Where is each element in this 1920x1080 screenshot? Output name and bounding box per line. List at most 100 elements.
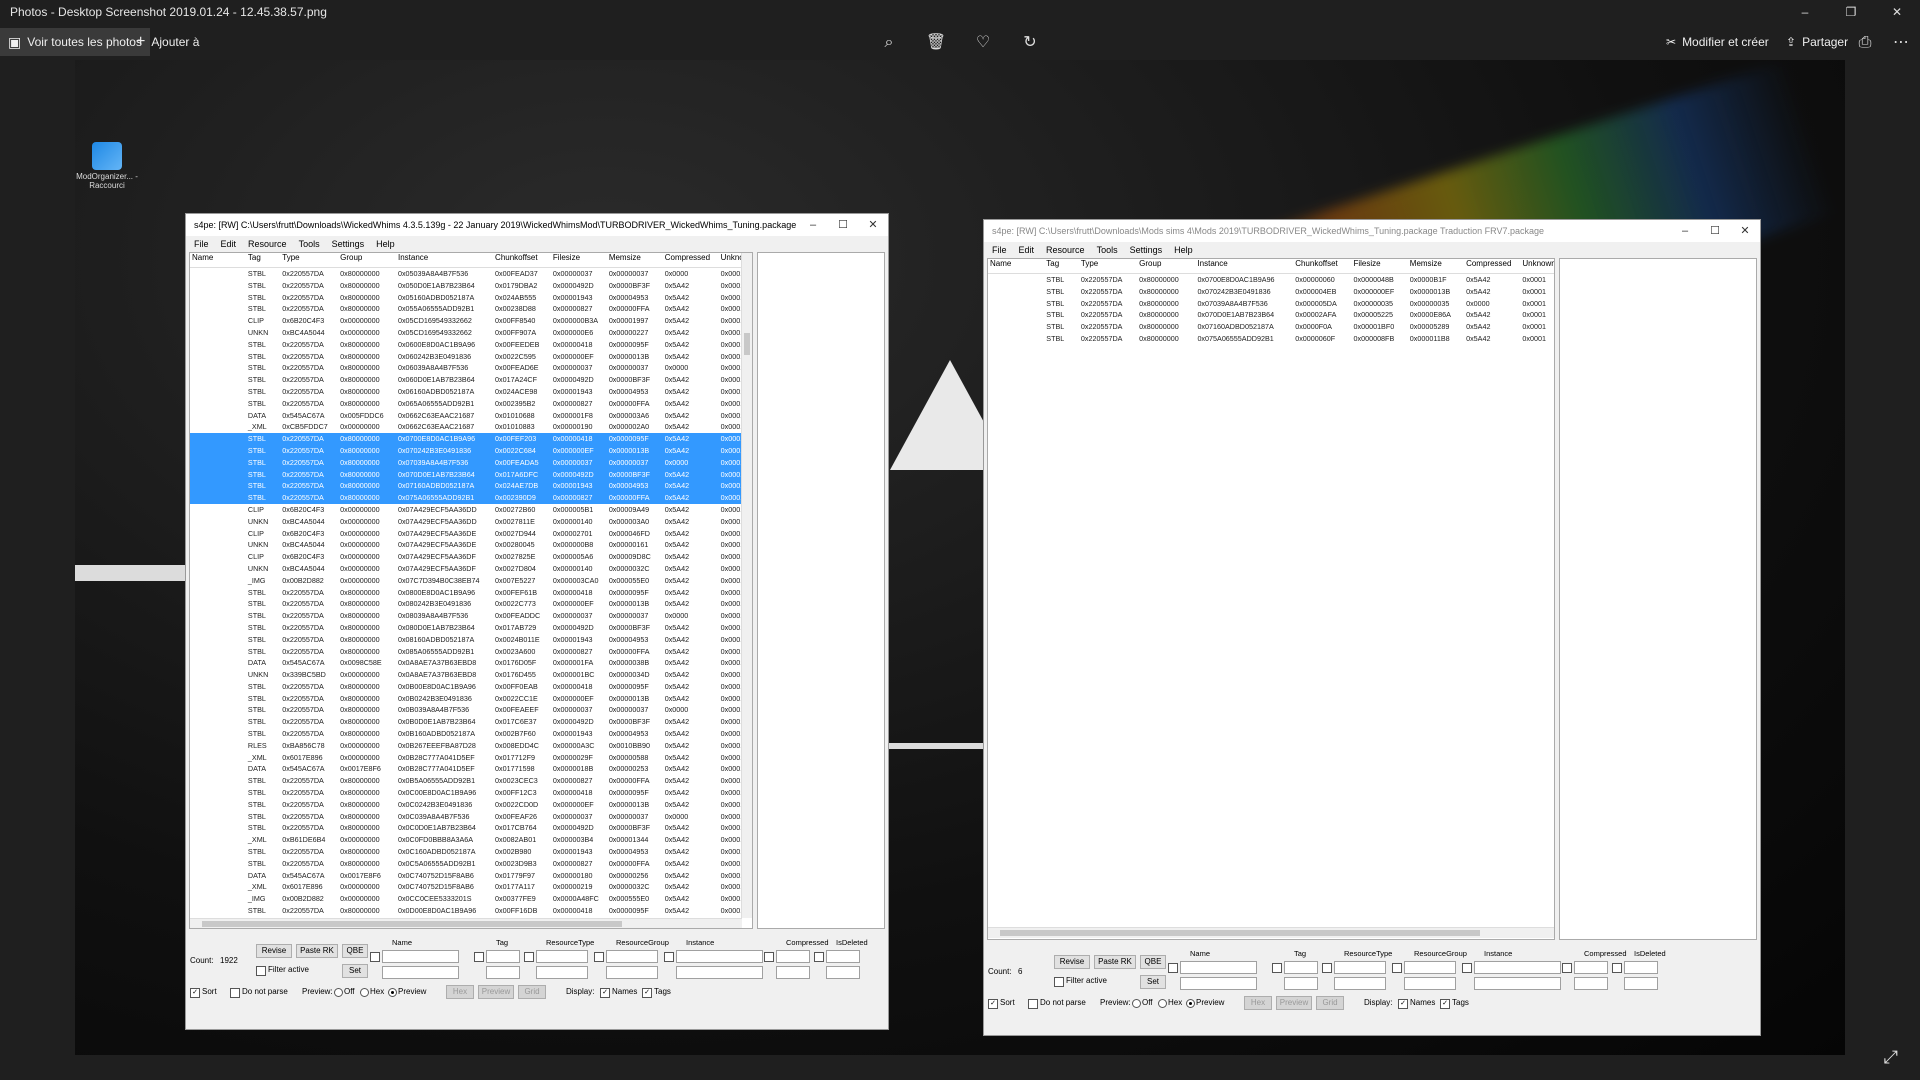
- close-button[interactable]: ✕: [1874, 0, 1920, 24]
- column-header[interactable]: Chunkoffset: [1293, 259, 1351, 273]
- table-row[interactable]: STBL 0x220557DA 0x80000000 0x07039A8A4B7F53…: [988, 298, 1554, 310]
- table-row[interactable]: STBL 0x220557DA 0x80000000 0x0B00E8D0AC1B9A…: [190, 681, 752, 693]
- do-not-parse-checkbox[interactable]: [1028, 999, 1038, 1009]
- share-button[interactable]: ⇪ Partager: [1778, 28, 1856, 56]
- table-row[interactable]: STBL 0x220557DA 0x80000000 0x0B039A8A4B7F53…: [190, 704, 752, 716]
- filter-mask-field[interactable]: [382, 966, 459, 979]
- filter-checkbox[interactable]: [664, 952, 674, 962]
- filter-checkbox[interactable]: [1272, 963, 1282, 973]
- filter-checkbox[interactable]: [1562, 963, 1572, 973]
- preview-radio[interactable]: [1186, 999, 1195, 1008]
- heart-icon[interactable]: ♡: [972, 32, 994, 54]
- s4pe-left-close[interactable]: ✕: [858, 214, 888, 236]
- sort-checkbox[interactable]: ✓: [988, 999, 998, 1009]
- table-row[interactable]: STBL 0x220557DA 0x80000000 0x070D0E1AB7B23B…: [190, 468, 752, 481]
- table-row[interactable]: STBL 0x220557DA 0x80000000 0x08160ADBD05218…: [190, 634, 752, 646]
- menu-tools[interactable]: Tools: [299, 239, 320, 249]
- filter-value-field[interactable]: [826, 950, 860, 963]
- table-row[interactable]: STBL 0x220557DA 0x80000000 0x0B0D0E1AB7B23B…: [190, 716, 752, 728]
- table-row[interactable]: UNKN 0xBC4A5044 0x00000000 0x07A429ECF5AA36…: [190, 516, 752, 528]
- table-row[interactable]: _XML 0xCB5FDDC7 0x00000000 0x0662C63EAAC216…: [190, 421, 752, 433]
- revise-button[interactable]: Revise: [256, 944, 292, 958]
- table-row[interactable]: UNKN 0xBC4A5044 0x00000000 0x05CD1695493326…: [190, 327, 752, 339]
- table-row[interactable]: STBL 0x220557DA 0x80000000 0x0600E8D0AC1B9A…: [190, 339, 752, 351]
- table-row[interactable]: CLIP 0x6B20C4F3 0x00000000 0x07A429ECF5AA36…: [190, 504, 752, 516]
- filter-value-field[interactable]: [1180, 961, 1257, 974]
- table-row[interactable]: _IMG 0x00B2D882 0x00000000 0x0CC0CEE5333201…: [190, 893, 752, 905]
- vertical-scrollbar[interactable]: [741, 253, 752, 918]
- filter-mask-field[interactable]: [1574, 977, 1608, 990]
- filter-checkbox[interactable]: [1322, 963, 1332, 973]
- filter-mask-field[interactable]: [1284, 977, 1318, 990]
- table-row[interactable]: STBL 0x220557DA 0x80000000 0x070242B3E04918…: [190, 444, 752, 457]
- filter-value-field[interactable]: [776, 950, 810, 963]
- filter-checkbox[interactable]: [370, 952, 380, 962]
- menu-file[interactable]: File: [992, 245, 1007, 255]
- table-row[interactable]: CLIP 0x6B20C4F3 0x00000000 0x07A429ECF5AA36…: [190, 551, 752, 563]
- table-row[interactable]: STBL 0x220557DA 0x80000000 0x075A06555ADD92…: [988, 333, 1554, 345]
- column-header[interactable]: Tag: [246, 253, 280, 267]
- filter-value-field[interactable]: [1404, 961, 1456, 974]
- column-header[interactable]: Memsize: [607, 253, 663, 267]
- minimize-button[interactable]: –: [1782, 0, 1828, 24]
- table-row[interactable]: UNKN 0xBC4A5044 0x00000000 0x07A429ECF5AA36…: [190, 563, 752, 575]
- table-row[interactable]: STBL 0x220557DA 0x80000000 0x065A06555ADD92…: [190, 398, 752, 410]
- filter-mask-field[interactable]: [1474, 977, 1561, 990]
- filter-checkbox[interactable]: [1462, 963, 1472, 973]
- names-checkbox[interactable]: ✓: [600, 988, 610, 998]
- table-row[interactable]: STBL 0x220557DA 0x80000000 0x080242B3E04918…: [190, 598, 752, 610]
- s4pe-left-minimize[interactable]: –: [798, 214, 828, 236]
- hex-button[interactable]: Hex: [446, 985, 474, 999]
- table-row[interactable]: DATA 0x545AC67A 0x0098C58E 0x0A8AE7A37B63EB…: [190, 657, 752, 669]
- table-row[interactable]: STBL 0x220557DA 0x80000000 0x06039A8A4B7F53…: [190, 362, 752, 374]
- table-row[interactable]: DATA 0x545AC67A 0x005FDDC6 0x0662C63EAAC216…: [190, 410, 752, 422]
- filter-mask-field[interactable]: [676, 966, 763, 979]
- print-icon[interactable]: ⎙: [1854, 32, 1876, 54]
- table-row[interactable]: STBL 0x220557DA 0x80000000 0x060242B3E04918…: [190, 351, 752, 363]
- filter-active-checkbox[interactable]: [1054, 977, 1064, 987]
- qbe-button[interactable]: QBE: [1140, 955, 1166, 969]
- menu-edit[interactable]: Edit: [221, 239, 237, 249]
- table-row[interactable]: RLES 0xBA856C78 0x00000000 0x0B267EEEFBA87D…: [190, 740, 752, 752]
- table-row[interactable]: STBL 0x220557DA 0x80000000 0x0B5A06555ADD92…: [190, 775, 752, 787]
- filter-active-checkbox[interactable]: [256, 966, 266, 976]
- filter-value-field[interactable]: [676, 950, 763, 963]
- set-button[interactable]: Set: [342, 964, 368, 978]
- more-icon[interactable]: ⋯: [1890, 32, 1912, 54]
- off-radio[interactable]: [1132, 999, 1141, 1008]
- filter-value-field[interactable]: [536, 950, 588, 963]
- trash-icon[interactable]: 🗑: [925, 32, 947, 54]
- filter-mask-field[interactable]: [1180, 977, 1257, 990]
- tags-checkbox[interactable]: ✓: [642, 988, 652, 998]
- table-row[interactable]: STBL 0x220557DA 0x80000000 0x080D0E1AB7B23B…: [190, 622, 752, 634]
- preview-button[interactable]: Preview: [1276, 996, 1312, 1010]
- hscroll-thumb[interactable]: [1000, 930, 1480, 936]
- column-header[interactable]: Instance: [1195, 259, 1293, 273]
- grid-button[interactable]: Grid: [518, 985, 546, 999]
- rotate-icon[interactable]: ↻: [1019, 32, 1041, 54]
- filter-value-field[interactable]: [1574, 961, 1608, 974]
- menu-help[interactable]: Help: [376, 239, 395, 249]
- horizontal-scrollbar[interactable]: [190, 918, 742, 928]
- filter-checkbox[interactable]: [764, 952, 774, 962]
- paste-rk-button[interactable]: Paste RK: [1094, 955, 1136, 969]
- table-row[interactable]: STBL 0x220557DA 0x80000000 0x050D0E1AB7B23B…: [190, 280, 752, 292]
- add-to-button[interactable]: + Ajouter à: [128, 28, 207, 56]
- table-row[interactable]: STBL 0x220557DA 0x80000000 0x0C0D0E1AB7B23B…: [190, 822, 752, 834]
- menu-resource[interactable]: Resource: [1046, 245, 1085, 255]
- tags-checkbox[interactable]: ✓: [1440, 999, 1450, 1009]
- paste-rk-button[interactable]: Paste RK: [296, 944, 338, 958]
- table-row[interactable]: STBL 0x220557DA 0x80000000 0x0B0242B3E04918…: [190, 693, 752, 705]
- table-row[interactable]: STBL 0x220557DA 0x80000000 0x0B160ADBD05218…: [190, 728, 752, 740]
- table-row[interactable]: UNKN 0x339BC5BD 0x00000000 0x0A8AE7A37B63EB…: [190, 669, 752, 681]
- scroll-thumb[interactable]: [744, 333, 750, 355]
- menu-resource[interactable]: Resource: [248, 239, 287, 249]
- filter-value-field[interactable]: [1624, 961, 1658, 974]
- edit-create-button[interactable]: ✂ Modifier et créer: [1658, 28, 1777, 56]
- s4pe-right-resource-grid[interactable]: Name Tag Type Group Instance Chunkoffset Files…: [987, 258, 1555, 940]
- column-header[interactable]: Group: [338, 253, 396, 267]
- desktop-shortcut[interactable]: ModOrganizer... - Raccourci: [76, 142, 138, 190]
- hex-radio[interactable]: [1158, 999, 1167, 1008]
- table-row[interactable]: DATA 0x545AC67A 0x0017E8F6 0x0B28C777A041D5…: [190, 763, 752, 775]
- table-row[interactable]: STBL 0x220557DA 0x80000000 0x055A06555ADD92…: [190, 303, 752, 315]
